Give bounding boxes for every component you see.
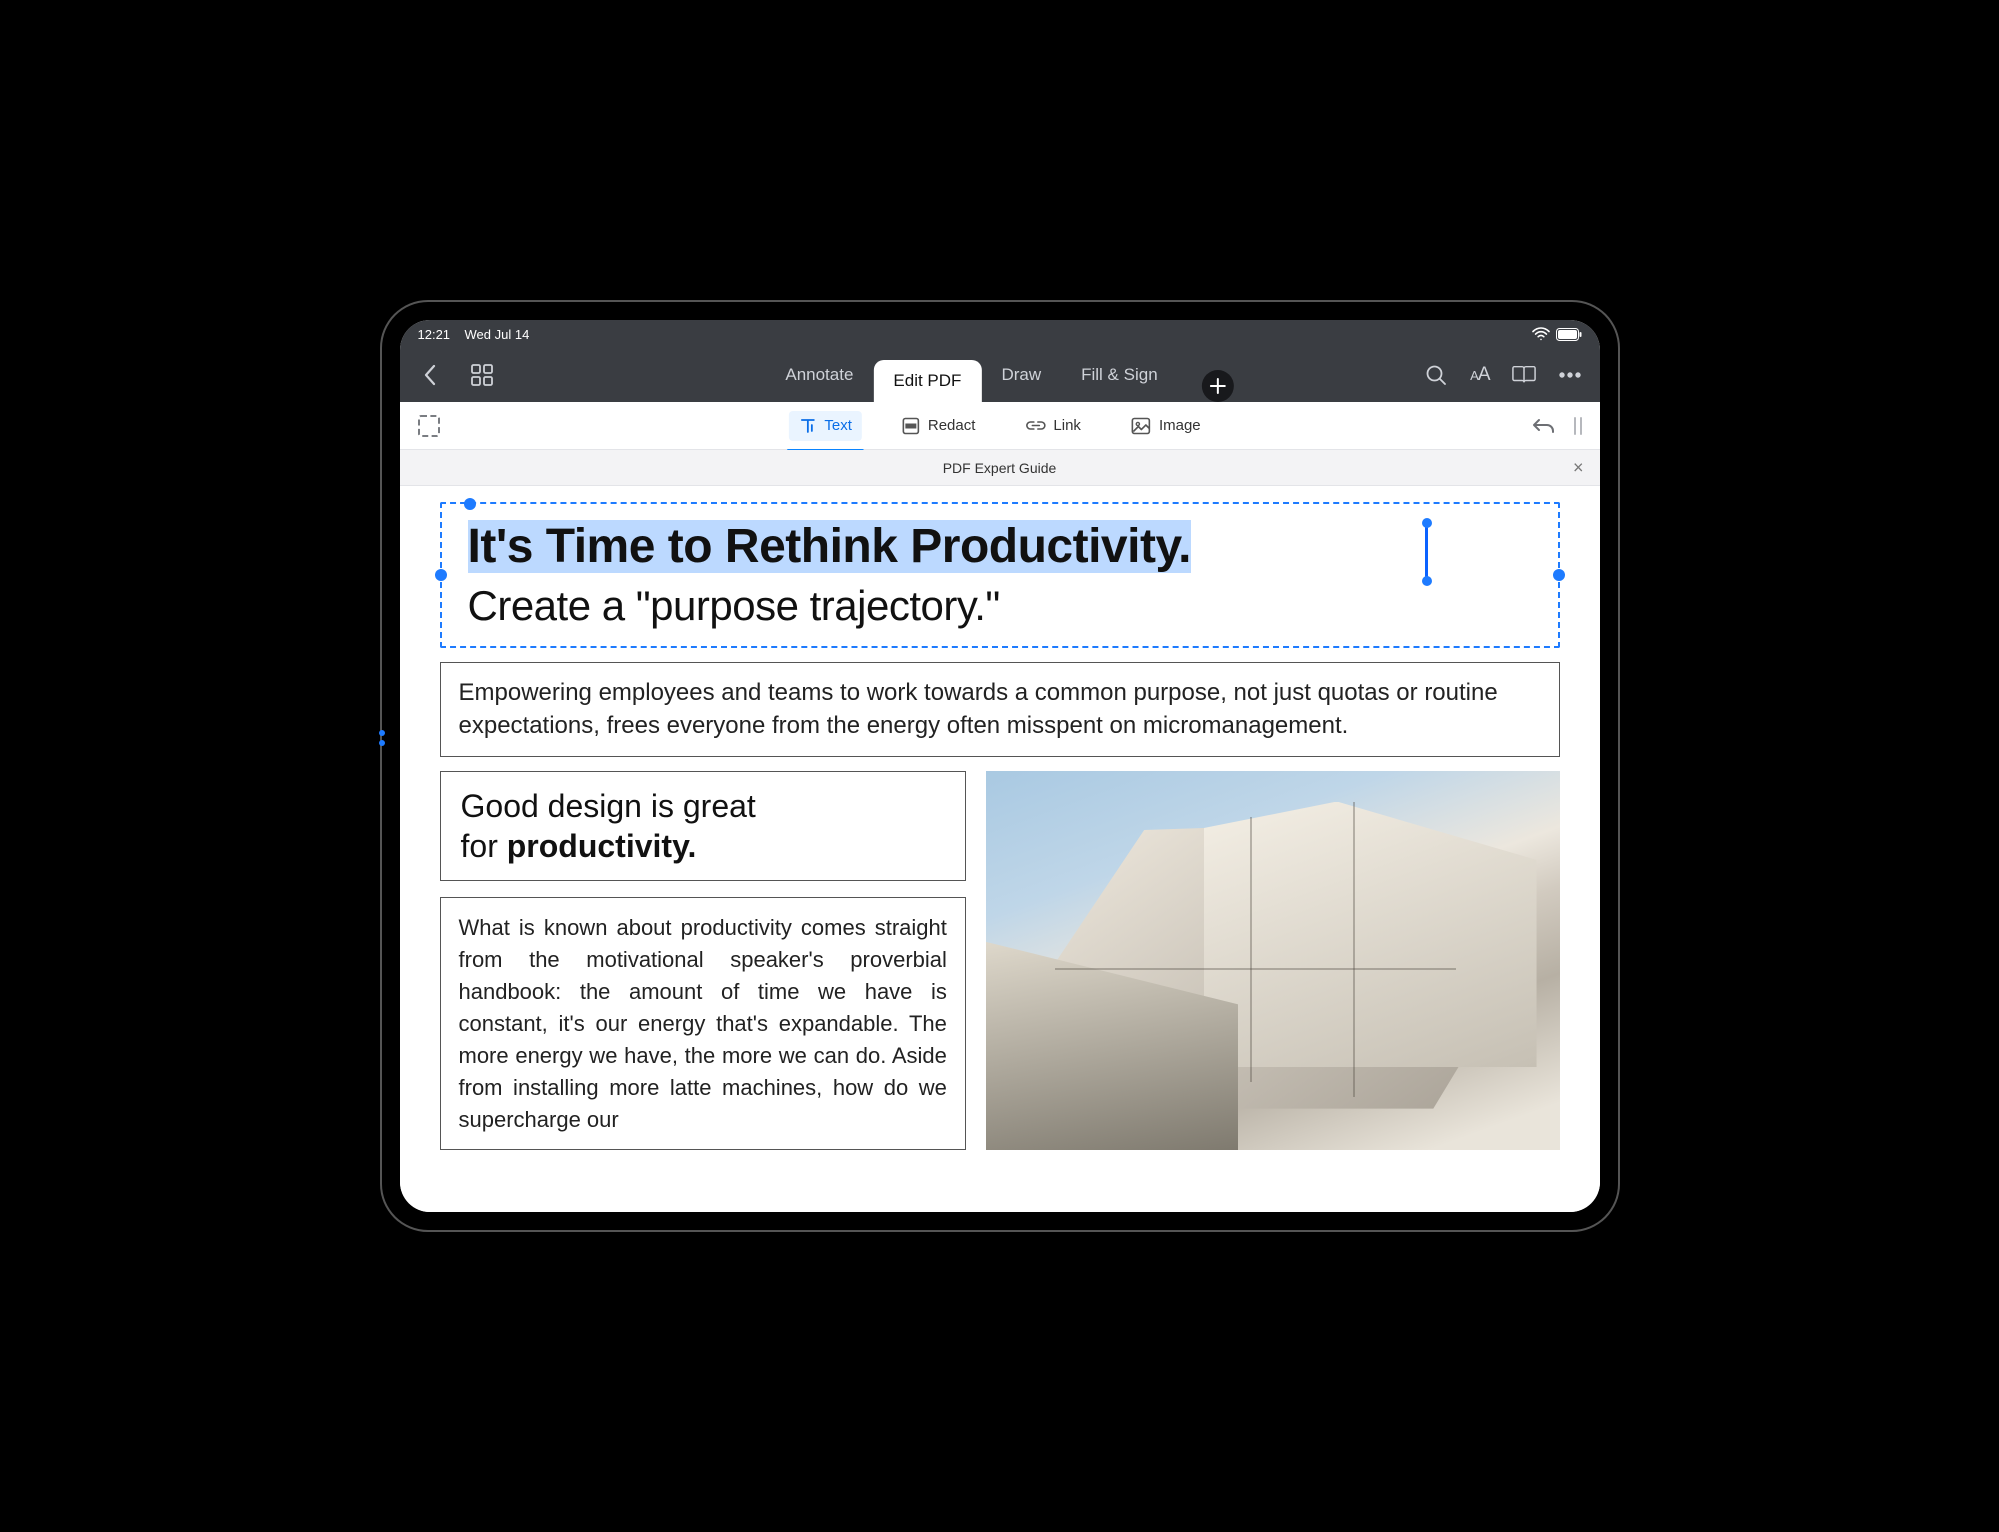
- toolbar-drag-handle[interactable]: [1574, 417, 1582, 435]
- edit-tools-bar: Text Redact Link Image: [400, 402, 1600, 450]
- status-time: 12:21: [418, 327, 451, 342]
- text-cursor: [1425, 522, 1428, 580]
- tab-label: Annotate: [785, 365, 853, 385]
- image-seam: [1055, 968, 1457, 970]
- reader-view-button[interactable]: [1512, 363, 1536, 387]
- body-text-block[interactable]: What is known about productivity comes s…: [440, 897, 966, 1150]
- document-canvas[interactable]: It's Time to Rethink Productivity. Creat…: [400, 486, 1600, 1212]
- tab-draw[interactable]: Draw: [981, 348, 1061, 402]
- design-callout-block[interactable]: Good design is great for productivity.: [440, 771, 966, 881]
- status-date: Wed Jul 14: [465, 327, 530, 342]
- wifi-icon: [1532, 327, 1550, 341]
- image-seam: [1353, 802, 1355, 1098]
- tool-image[interactable]: Image: [1121, 411, 1211, 441]
- tab-label: Draw: [1001, 365, 1041, 385]
- selection-handle[interactable]: [1422, 518, 1432, 528]
- close-tab-button[interactable]: ×: [1573, 457, 1584, 478]
- tab-label: Fill & Sign: [1081, 365, 1158, 385]
- selection-handle[interactable]: [464, 498, 476, 510]
- redact-icon: [902, 417, 920, 435]
- tool-label: Redact: [928, 417, 976, 434]
- article-image[interactable]: [986, 771, 1560, 1150]
- add-mode-button[interactable]: [1202, 370, 1234, 402]
- thumbnails-button[interactable]: [470, 363, 494, 387]
- text-size-button[interactable]: AA: [1470, 364, 1489, 386]
- undo-button[interactable]: [1532, 414, 1556, 438]
- design-line2-bold: productivity.: [507, 828, 697, 864]
- design-line2-pre: for: [461, 828, 507, 864]
- link-icon: [1025, 417, 1045, 435]
- design-line1: Good design is great: [461, 788, 756, 824]
- headline-selected[interactable]: It's Time to Rethink Productivity.: [468, 520, 1191, 573]
- tab-label: Edit PDF: [893, 371, 961, 391]
- tool-text[interactable]: Text: [788, 411, 862, 441]
- tool-link[interactable]: Link: [1015, 411, 1091, 441]
- text-selection-box[interactable]: It's Time to Rethink Productivity. Creat…: [440, 502, 1560, 648]
- back-button[interactable]: [418, 363, 442, 387]
- more-button[interactable]: [1558, 363, 1582, 387]
- mode-tabs: Annotate Edit PDF Draw Fill & Sign: [765, 348, 1233, 402]
- ipad-device-frame: 12:21 Wed Jul 14: [380, 300, 1620, 1232]
- image-icon: [1131, 417, 1151, 435]
- tool-redact[interactable]: Redact: [892, 411, 986, 441]
- document-tab-title[interactable]: PDF Expert Guide: [943, 460, 1057, 476]
- screen: 12:21 Wed Jul 14: [400, 320, 1600, 1212]
- search-button[interactable]: [1424, 363, 1448, 387]
- selection-tool[interactable]: [418, 415, 440, 437]
- document-tab-strip: PDF Expert Guide ×: [400, 450, 1600, 486]
- tool-label: Text: [824, 417, 852, 434]
- tab-annotate[interactable]: Annotate: [765, 348, 873, 402]
- main-toolbar: Annotate Edit PDF Draw Fill & Sign AA: [400, 348, 1600, 402]
- status-bar: 12:21 Wed Jul 14: [400, 320, 1600, 348]
- tab-fill-sign[interactable]: Fill & Sign: [1061, 348, 1178, 402]
- intro-text-block[interactable]: Empowering employees and teams to work t…: [440, 662, 1560, 757]
- text-icon: [798, 417, 816, 435]
- battery-icon: [1556, 328, 1582, 341]
- subheadline[interactable]: Create a "purpose trajectory.": [468, 582, 1532, 630]
- selection-handle[interactable]: [1553, 569, 1565, 581]
- tool-label: Image: [1159, 417, 1201, 434]
- side-indicator: [379, 730, 385, 736]
- tab-edit-pdf[interactable]: Edit PDF: [873, 360, 981, 402]
- image-seam: [1250, 817, 1252, 1082]
- selection-handle[interactable]: [435, 569, 447, 581]
- tool-label: Link: [1053, 417, 1081, 434]
- image-shape: [1204, 802, 1537, 1067]
- selection-handle[interactable]: [1422, 576, 1432, 586]
